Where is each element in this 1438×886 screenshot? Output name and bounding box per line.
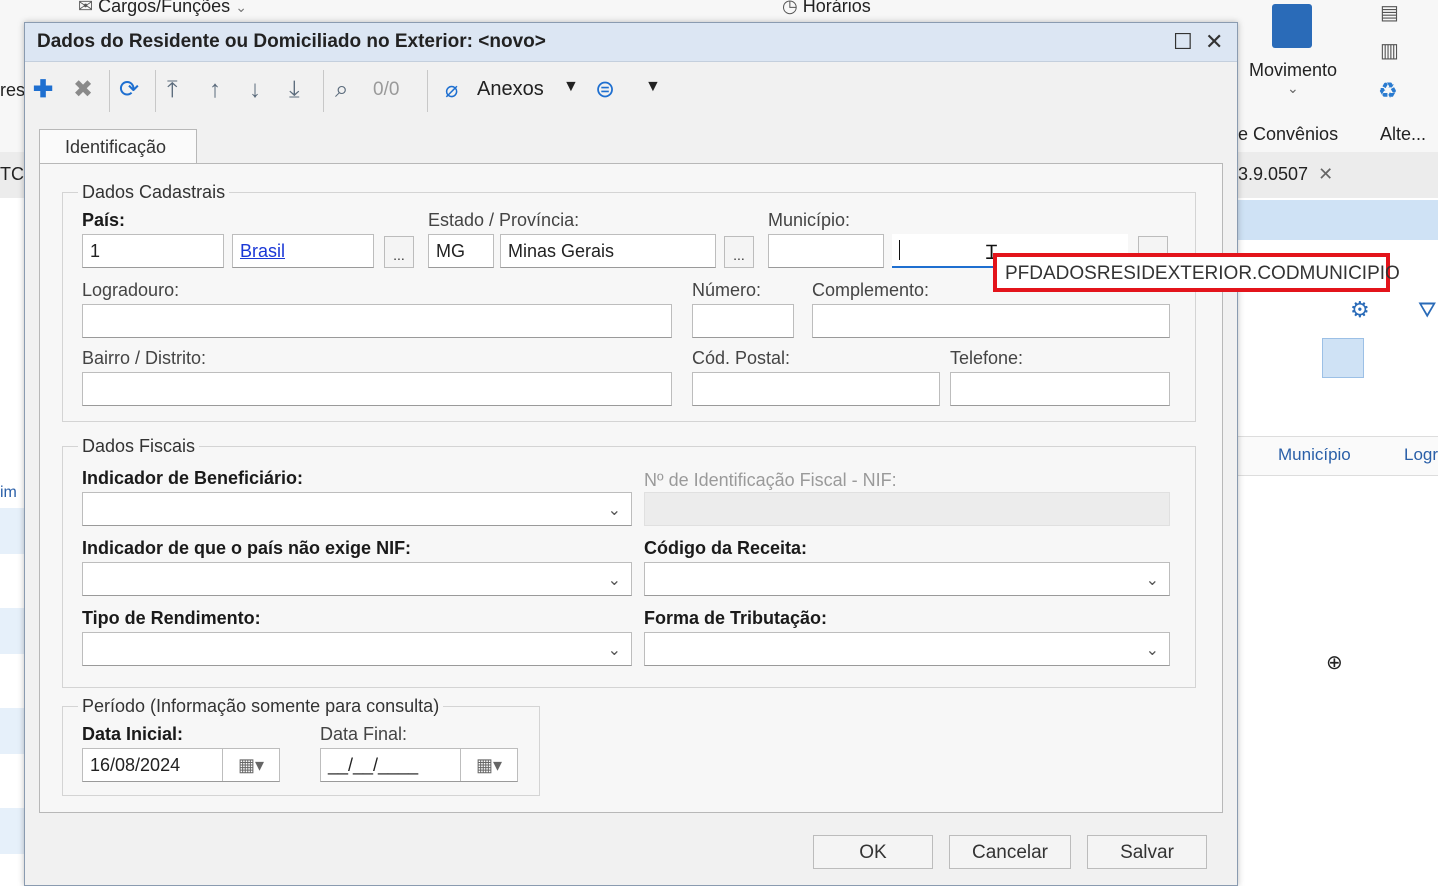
version-tab[interactable]: 3.9.0507 ✕ <box>1238 164 1333 185</box>
left-fragment-tc: TC <box>0 164 24 184</box>
dialog-title: Dados do Residente ou Domiciliado no Ext… <box>37 31 546 52</box>
nif-label: Nº de Identificação Fiscal - NIF: <box>644 470 897 490</box>
pais-name-field[interactable]: Brasil <box>232 234 374 268</box>
municipio-code-input[interactable] <box>768 234 884 268</box>
complemento-input[interactable] <box>812 304 1170 338</box>
chevron-down-icon: ⌄ <box>1145 572 1159 589</box>
pais-code-input[interactable]: 1 <box>82 234 224 268</box>
last-record-icon[interactable]: ⤓ <box>289 76 300 104</box>
calendar-icon[interactable]: ▦▾ <box>460 749 517 781</box>
codigo-receita-label: Código da Receita: <box>644 538 808 558</box>
chevron-down-icon: ⌄ <box>607 642 621 659</box>
filter-icon[interactable]: ⛛ <box>1418 297 1436 323</box>
copy-icon[interactable]: ▥ <box>1380 38 1399 63</box>
codigo-receita-select[interactable]: ⌄ <box>644 562 1170 596</box>
data-inicial-input[interactable]: 16/08/2024 ▦▾ <box>82 748 280 782</box>
bairro-label: Bairro / Distrito: <box>82 348 207 368</box>
indicador-nif-label: Indicador de que o país não exige NIF: <box>82 538 412 558</box>
close-icon[interactable]: ✕ <box>1313 164 1333 184</box>
save-button[interactable]: Salvar <box>1087 835 1207 869</box>
ribbon-item-horarios[interactable]: ◷ Horários <box>782 0 871 17</box>
telefone-label: Telefone: <box>950 348 1024 368</box>
logradouro-input[interactable] <box>82 304 672 338</box>
gear-icon[interactable]: ⚙ <box>1350 297 1370 323</box>
group-dados-fiscais-legend: Dados Fiscais <box>78 436 200 457</box>
next-record-icon[interactable]: ↓ <box>249 76 261 104</box>
data-final-label: Data Final: <box>320 724 408 744</box>
cep-label: Cód. Postal: <box>692 348 791 368</box>
processes-icon[interactable]: ⊜ <box>595 76 615 104</box>
attachments-dropdown-icon[interactable]: ▼ <box>563 78 579 96</box>
grid-column-logr[interactable]: Logr <box>1404 445 1438 465</box>
pais-name-link[interactable]: Brasil <box>240 241 285 261</box>
maximize-icon[interactable]: ☐ <box>1173 29 1193 55</box>
data-final-input[interactable]: __/__/____ ▦▾ <box>320 748 518 782</box>
numero-input[interactable] <box>692 304 794 338</box>
tipo-rendimento-select[interactable]: ⌄ <box>82 632 632 666</box>
record-counter: 0/0 <box>373 79 400 100</box>
group-dados-cadastrais-legend: Dados Cadastrais <box>78 182 230 203</box>
pais-lookup-button[interactable]: ... <box>384 236 414 268</box>
forma-tributacao-label: Forma de Tributação: <box>644 608 828 628</box>
add-icon[interactable]: ✚ <box>33 76 53 104</box>
movimento-icon[interactable] <box>1272 4 1312 48</box>
previous-record-icon[interactable]: ↑ <box>209 76 221 104</box>
ribbon-item-movimento[interactable]: Movimento <box>1249 60 1337 81</box>
complemento-label: Complemento: <box>812 280 930 300</box>
municipio-label: Município: <box>768 210 851 230</box>
background-selection-bar <box>1238 200 1438 240</box>
left-fragment-res: res <box>0 80 26 100</box>
chevron-down-icon: ⌄ <box>607 572 621 589</box>
estado-name-field: Minas Gerais <box>500 234 716 268</box>
first-record-icon[interactable]: ⤒ <box>167 76 178 104</box>
estado-lookup-button[interactable]: ... <box>724 236 754 268</box>
paperclip-icon[interactable]: ⌀ <box>445 76 458 104</box>
close-icon[interactable]: ✕ <box>1205 29 1223 55</box>
grid-column-municipio[interactable]: Município <box>1278 445 1351 465</box>
tipo-rendimento-label: Tipo de Rendimento: <box>82 608 261 628</box>
chevron-down-icon: ⌄ <box>1145 642 1159 659</box>
background-left-grid <box>0 198 25 886</box>
group-periodo-legend: Período (Informação somente para consult… <box>78 696 444 717</box>
document-icon[interactable]: ▤ <box>1380 0 1399 25</box>
zoom-in-cursor-icon: ⊕ <box>1326 652 1343 674</box>
residente-dialog: Dados do Residente ou Domiciliado no Ext… <box>24 22 1238 886</box>
estado-label: Estado / Província: <box>428 210 580 230</box>
ribbon-group-convenios: e Convênios <box>1238 124 1339 144</box>
indicador-nif-select[interactable]: ⌄ <box>82 562 632 596</box>
ribbon-group-alte: Alte... <box>1380 124 1427 144</box>
indicador-beneficiario-select[interactable]: ⌄ <box>82 492 632 526</box>
ribbon-item-cargos[interactable]: ✉ Cargos/Funções ⌄ <box>78 0 247 17</box>
text-cursor <box>899 240 900 260</box>
chevron-down-icon: ⌄ <box>607 502 621 519</box>
refresh-icon[interactable]: ⟳ <box>119 76 139 104</box>
numero-label: Número: <box>692 280 762 300</box>
left-fragment-im: im <box>0 484 17 501</box>
delete-icon[interactable]: ✖ <box>73 76 93 104</box>
indicador-beneficiario-label: Indicador de Beneficiário: <box>82 468 304 488</box>
dialog-titlebar: Dados do Residente ou Domiciliado no Ext… <box>25 23 1237 62</box>
dialog-toolbar: ✚ ✖ ⟳ ⤒ ↑ ↓ ⤓ ⌕ 0/0 ⌀ Anexos ▼ ⊜ ▼ <box>25 62 1237 120</box>
cep-input[interactable] <box>692 372 940 406</box>
attachments-button[interactable]: Anexos <box>477 78 544 101</box>
ok-button[interactable]: OK <box>813 835 933 869</box>
calendar-icon[interactable]: ▦▾ <box>222 749 279 781</box>
data-inicial-label: Data Inicial: <box>82 724 184 744</box>
pais-label: País: <box>82 210 126 230</box>
logradouro-label: Logradouro: <box>82 280 180 300</box>
telefone-input[interactable] <box>950 372 1170 406</box>
estado-code-input[interactable]: MG <box>428 234 494 268</box>
field-tooltip: PFDADOSRESIDEXTERIOR.CODMUNICIPIO <box>993 253 1400 292</box>
processes-dropdown-icon[interactable]: ▼ <box>645 78 661 96</box>
tab-identificacao[interactable]: Identificação <box>39 129 197 164</box>
forma-tributacao-select[interactable]: ⌄ <box>644 632 1170 666</box>
refresh-icon[interactable]: ♻ <box>1378 78 1398 104</box>
chevron-down-icon[interactable]: ⌄ <box>1287 80 1299 97</box>
view-toggle-button[interactable] <box>1322 338 1364 378</box>
nif-input <box>644 492 1170 526</box>
grid-toolbar: ⚙ ⛛ <box>1238 295 1438 335</box>
bairro-input[interactable] <box>82 372 672 406</box>
search-icon[interactable]: ⌕ <box>335 76 348 104</box>
cancel-button[interactable]: Cancelar <box>949 835 1071 869</box>
